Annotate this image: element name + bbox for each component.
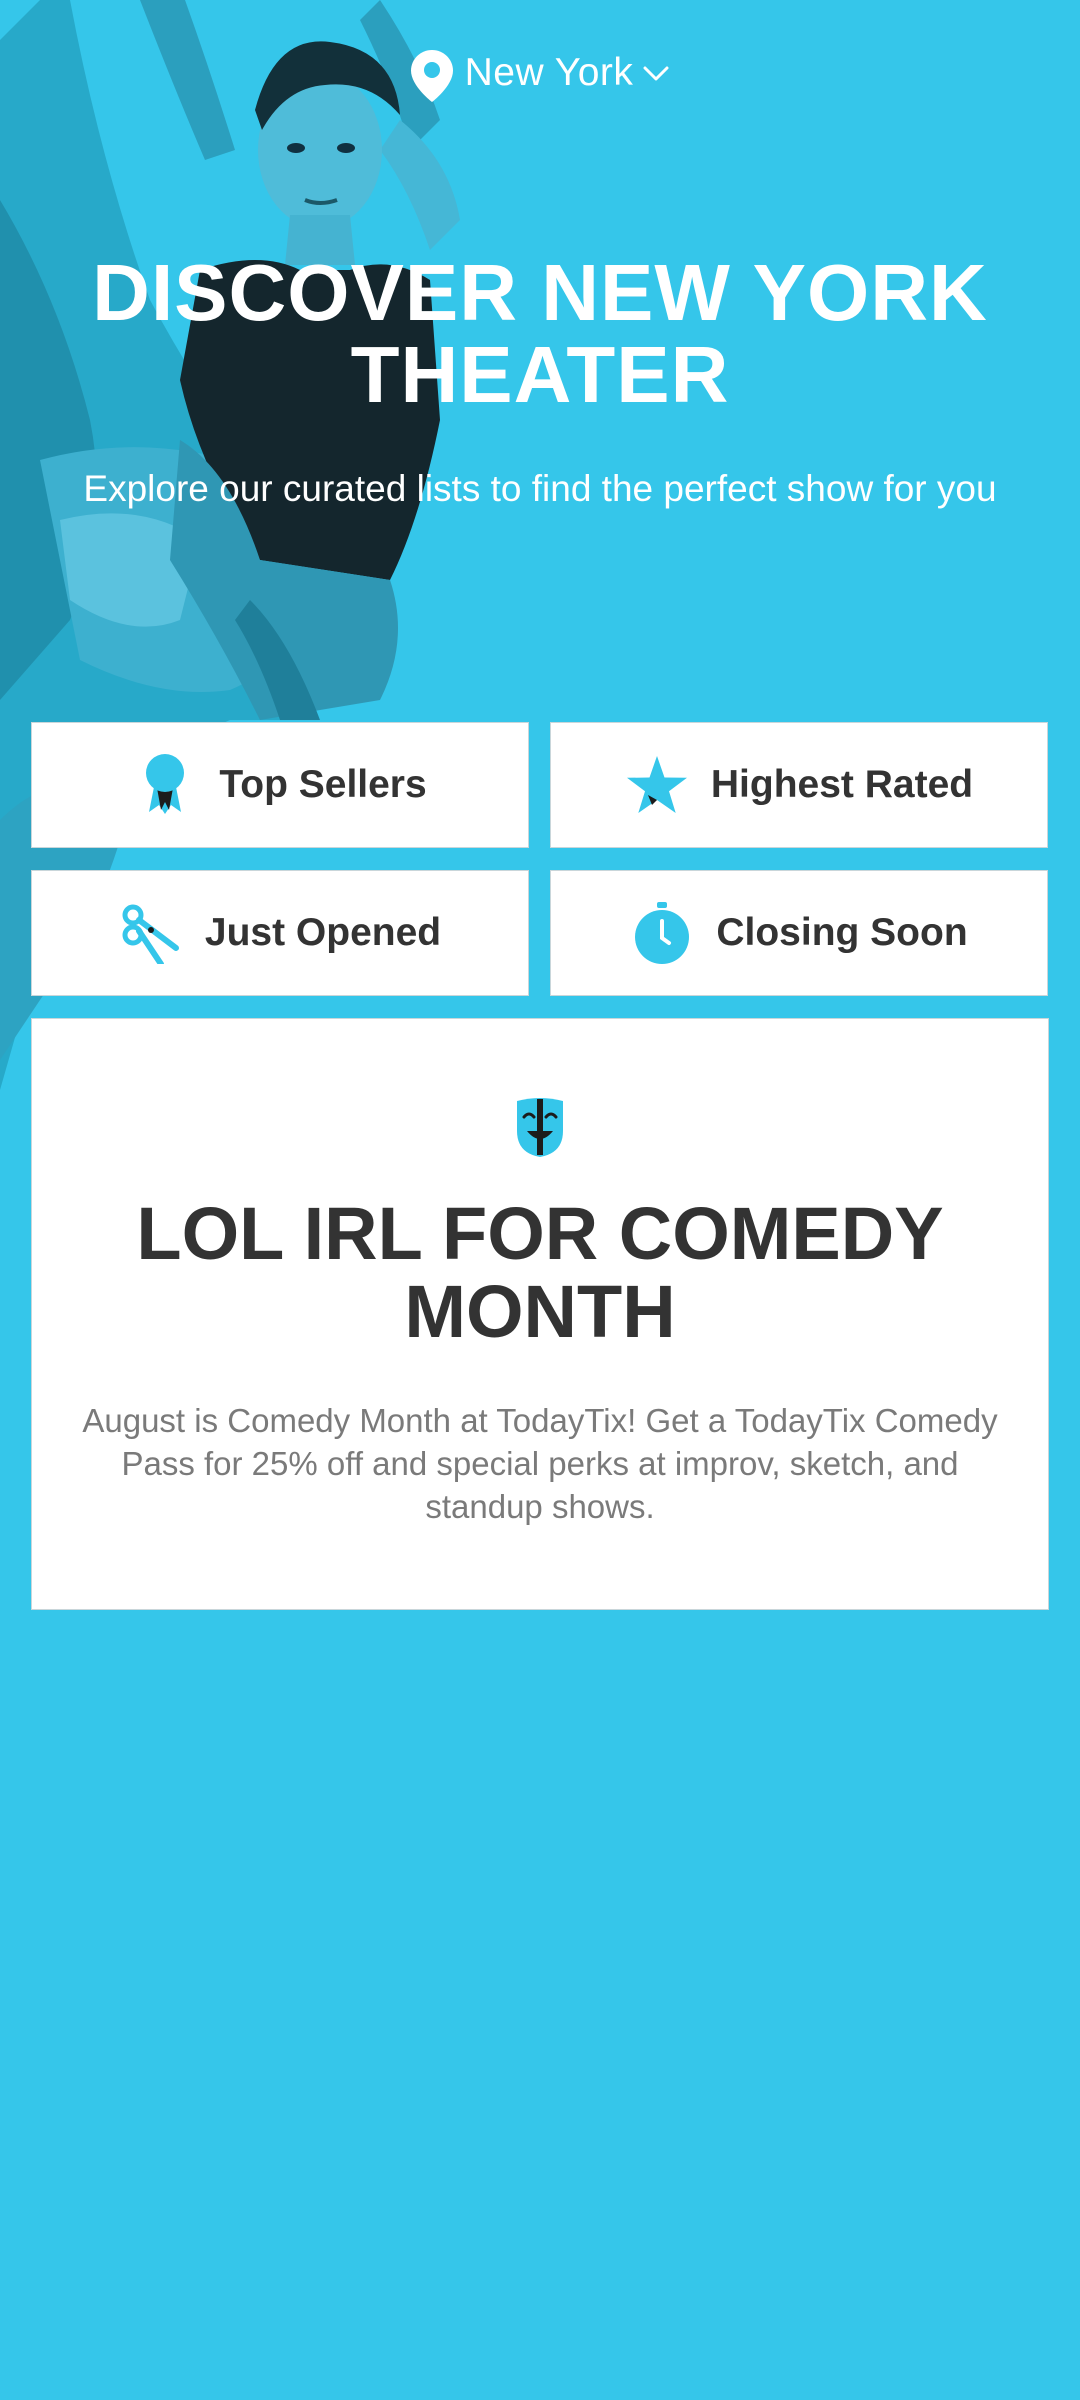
- location-selector[interactable]: New York: [0, 40, 1080, 106]
- promo-title: LOL IRL FOR COMEDY MONTH: [136, 1192, 944, 1353]
- location-pin-icon: [410, 50, 453, 102]
- star-icon: [625, 753, 689, 817]
- closing-soon-label: Closing Soon: [716, 911, 968, 954]
- highest-rated-button[interactable]: Highest Rated: [550, 722, 1048, 848]
- highest-rated-label: Highest Rated: [710, 763, 974, 806]
- hero-section: New York DISCOVER NEW YORK THEATER Explo…: [0, 0, 1080, 1612]
- just-opened-label: Just Opened: [204, 911, 442, 954]
- page-subtitle: Explore our curated lists to find the pe…: [83, 468, 997, 509]
- promo-card[interactable]: LOL IRL FOR COMEDY MONTH August is Comed…: [31, 1018, 1049, 1610]
- scissors-icon: [119, 901, 183, 965]
- just-opened-button[interactable]: Just Opened: [31, 870, 529, 996]
- stopwatch-icon: [630, 901, 694, 965]
- comedy-mask-icon: [517, 1098, 563, 1157]
- top-sellers-button[interactable]: Top Sellers: [31, 722, 529, 848]
- location-city-label: New York: [464, 51, 634, 94]
- chevron-down-icon: [643, 66, 669, 81]
- page-title: DISCOVER NEW YORK THEATER: [92, 248, 988, 419]
- ribbon-award-icon: [133, 753, 197, 817]
- closing-soon-button[interactable]: Closing Soon: [550, 870, 1048, 996]
- top-sellers-label: Top Sellers: [219, 763, 427, 806]
- promo-description: August is Comedy Month at TodayTix! Get …: [82, 1402, 998, 1525]
